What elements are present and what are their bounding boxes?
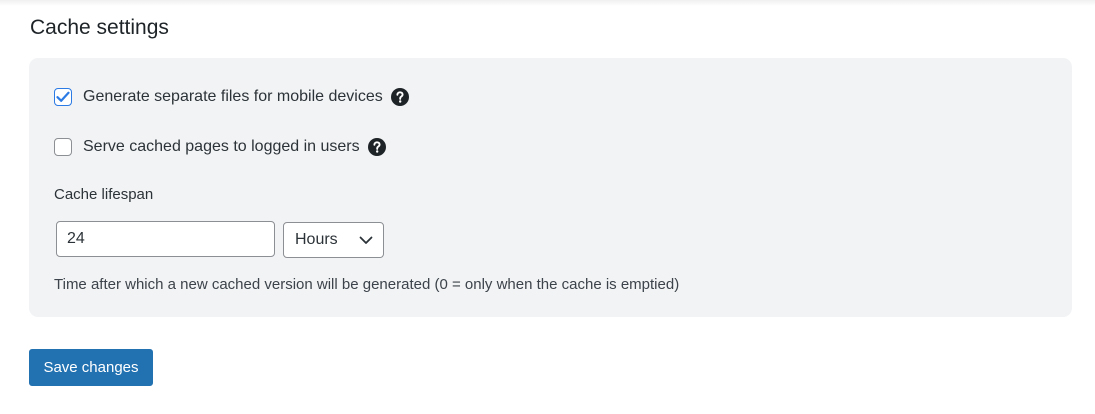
lifespan-unit-value: Hours: [295, 231, 338, 248]
chevron-down-icon: [359, 236, 373, 245]
cache-lifespan-help-text: Time after which a new cached version wi…: [54, 276, 680, 293]
section-title: Cache settings: [30, 16, 169, 39]
checkmark-icon: [56, 91, 70, 102]
mobile-option-row: Generate separate files for mobile devic…: [54, 86, 409, 108]
header-shadow: [0, 0, 1095, 6]
lifespan-unit-select[interactable]: Hours: [283, 222, 384, 258]
logged-in-option-label: Serve cached pages to logged in users: [83, 138, 360, 155]
logged-in-checkbox[interactable]: [54, 138, 72, 156]
cache-settings-panel: Generate separate files for mobile devic…: [29, 58, 1072, 317]
question-circle-icon[interactable]: [390, 88, 409, 106]
logged-in-option-row: Serve cached pages to logged in users: [54, 136, 386, 158]
question-circle-icon[interactable]: [367, 138, 386, 156]
save-changes-button[interactable]: Save changes: [29, 349, 153, 386]
mobile-checkbox[interactable]: [54, 88, 72, 106]
cache-lifespan-input[interactable]: [56, 221, 275, 257]
mobile-option-label: Generate separate files for mobile devic…: [83, 88, 383, 105]
cache-lifespan-label: Cache lifespan: [54, 186, 154, 203]
